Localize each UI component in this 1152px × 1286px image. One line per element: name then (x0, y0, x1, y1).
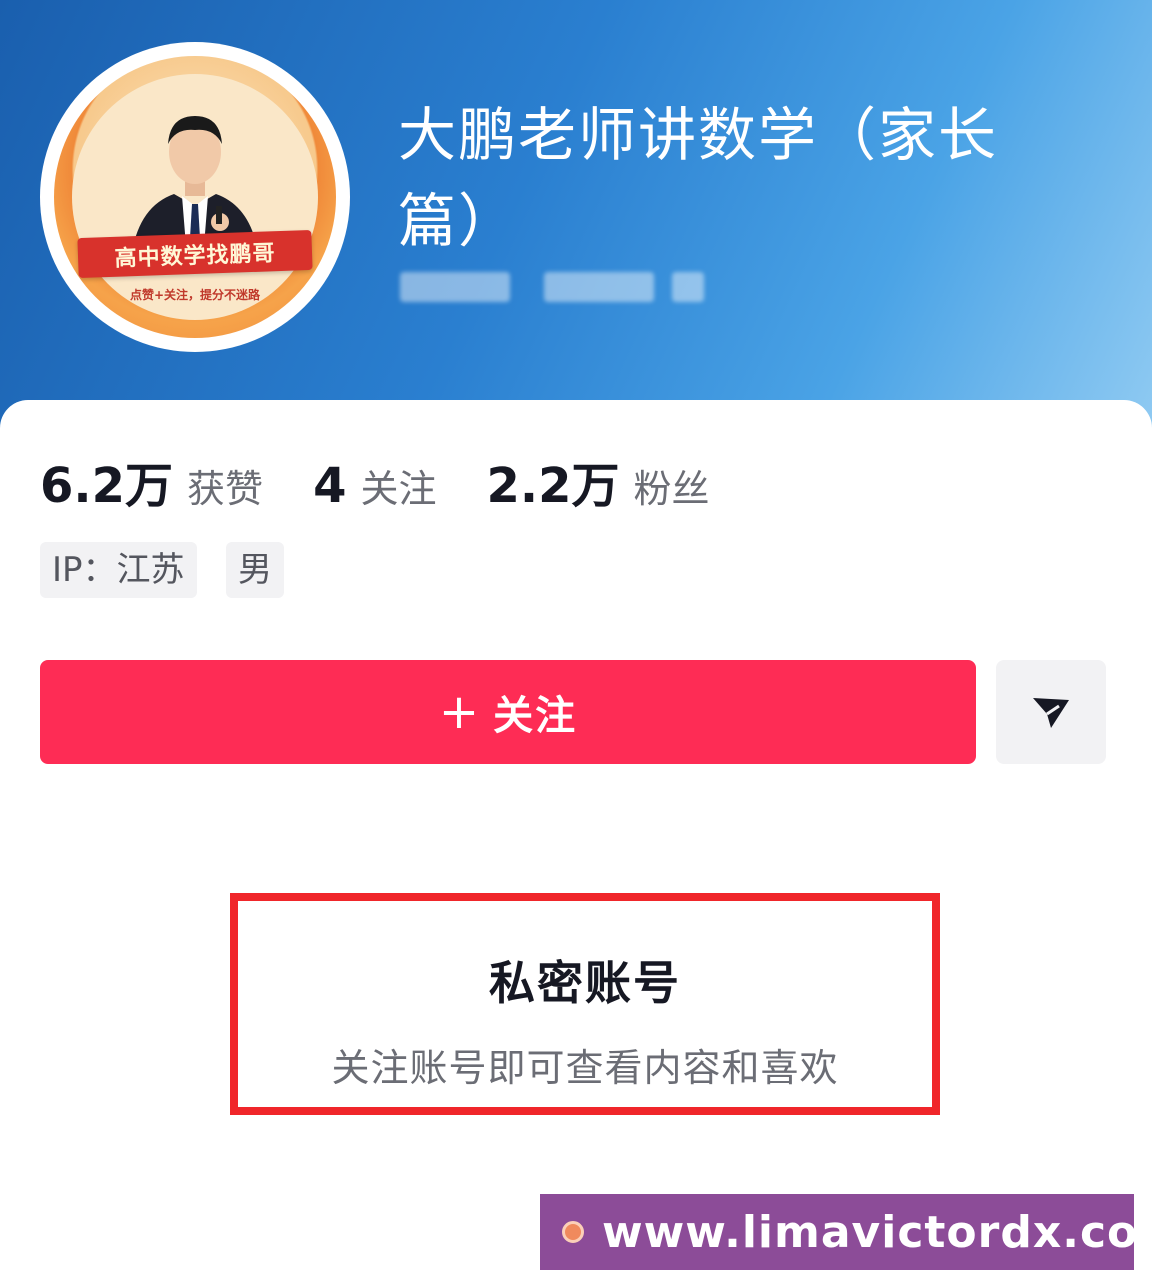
private-account-title: 私密账号 (489, 956, 681, 1010)
watermark-text: www.limavictordx.com (602, 1206, 1152, 1258)
likes-count: 6.2万 (40, 458, 174, 514)
send-icon (1033, 698, 1069, 728)
watermark: www.limavictordx.com (540, 1194, 1152, 1270)
stats-row: 6.2万 获赞 4 关注 2.2万 粉丝 (40, 446, 760, 514)
ip-location-tag: IP：江苏 (40, 542, 197, 598)
avatar-image: 高中数学找鹏哥 点赞+关注，提分不迷路 (54, 56, 336, 338)
avatar-slogan: 点赞+关注，提分不迷路 (129, 287, 261, 302)
follow-button-label: 关注 (493, 693, 578, 739)
profile-header: 高中数学找鹏哥 点赞+关注，提分不迷路 大鹏老师讲数学（家长篇） (0, 0, 1152, 430)
blurred-account-id (672, 272, 704, 302)
following-label[interactable]: 关注 (360, 458, 436, 513)
blurred-account-id (400, 272, 510, 302)
gender-tag: 男 (226, 542, 284, 598)
profile-card (0, 400, 1152, 1286)
following-count[interactable]: 4 (313, 458, 346, 514)
follow-button[interactable]: + 关注 (40, 660, 976, 764)
followers-label[interactable]: 粉丝 (634, 458, 710, 513)
share-button[interactable] (996, 660, 1106, 764)
profile-name: 大鹏老师讲数学（家长篇） (398, 101, 999, 255)
dot-icon (562, 1221, 584, 1243)
followers-count[interactable]: 2.2万 (486, 446, 619, 516)
private-account-subtitle: 关注账号即可查看内容和喜欢 (331, 1046, 839, 1090)
plus-icon: + (438, 684, 482, 740)
likes-label: 获赞 (187, 467, 264, 511)
private-account-notice: 私密账号 关注账号即可查看内容和喜欢 (230, 893, 940, 1115)
avatar[interactable]: 高中数学找鹏哥 点赞+关注，提分不迷路 (40, 42, 350, 352)
blurred-account-id (544, 272, 654, 302)
avatar-banner: 高中数学找鹏哥 (77, 229, 313, 279)
